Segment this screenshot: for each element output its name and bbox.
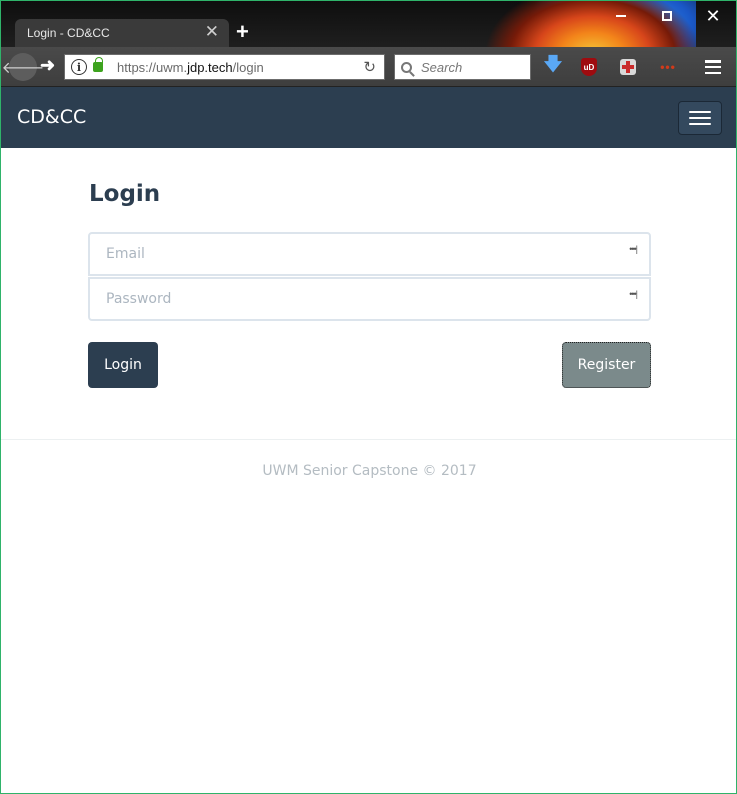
password-manager-icon[interactable]: •••| — [629, 289, 638, 299]
tab-close-icon[interactable]: ✕ — [205, 22, 219, 42]
maximize-button[interactable] — [655, 5, 679, 27]
close-window-button[interactable]: ✕ — [701, 5, 725, 27]
footer-divider — [1, 439, 736, 440]
lock-icon — [93, 57, 103, 72]
password-manager-icon[interactable]: •••| — [629, 244, 638, 254]
url-text[interactable]: https://uwm.jdp.tech/login — [117, 60, 264, 75]
url-prefix: https://uwm. — [117, 59, 188, 75]
search-icon — [401, 61, 412, 73]
browser-window: Login - CD&CC ✕ + ✕ 🡐 ➜ i https://uwm.jd… — [0, 0, 737, 794]
ublock-badge: uD — [581, 58, 597, 76]
minimize-icon — [616, 15, 626, 17]
minimize-button[interactable] — [609, 5, 633, 27]
tab-title: Login - CD&CC — [27, 26, 110, 40]
url-bar[interactable]: i https://uwm.jdp.tech/login ↻ — [64, 54, 385, 80]
url-path: /login — [232, 59, 264, 75]
url-domain: jdp.tech — [187, 59, 233, 75]
email-field[interactable]: •••| — [88, 232, 651, 276]
password-input[interactable] — [90, 279, 649, 319]
back-button[interactable]: 🡐 — [2, 53, 44, 81]
login-button[interactable]: Login — [88, 342, 158, 388]
browser-toolbar: 🡐 ➜ i https://uwm.jdp.tech/login ↻ Searc… — [1, 47, 736, 87]
extension-icon[interactable] — [618, 57, 638, 77]
footer-text: UWM Senior Capstone © 2017 — [262, 463, 477, 479]
title-bar: Login - CD&CC ✕ + ✕ — [1, 1, 736, 47]
tab-login[interactable]: Login - CD&CC ✕ — [15, 19, 229, 47]
maximize-icon — [662, 11, 672, 21]
site-navbar: CD&CC — [1, 87, 736, 148]
navbar-toggle-button[interactable] — [678, 101, 722, 135]
search-placeholder: Search — [421, 59, 463, 75]
info-icon[interactable]: i — [71, 59, 87, 75]
email-input[interactable] — [90, 234, 649, 274]
ublock-icon[interactable]: uD — [579, 57, 599, 77]
new-tab-button[interactable]: + — [236, 19, 249, 45]
extension-cross-icon — [620, 59, 636, 75]
forward-button[interactable]: ➜ — [40, 55, 55, 76]
overflow-dots-icon[interactable]: ••• — [658, 57, 678, 77]
download-icon[interactable]: 🡇 — [543, 54, 563, 77]
password-field[interactable]: •••| — [88, 277, 651, 321]
reload-icon[interactable]: ↻ — [363, 58, 376, 76]
register-button[interactable]: Register — [562, 342, 651, 388]
page-title: Login — [89, 181, 161, 207]
brand-logo[interactable]: CD&CC — [17, 106, 86, 128]
hamburger-menu-icon[interactable] — [705, 60, 721, 74]
search-bar[interactable]: Search — [394, 54, 531, 80]
